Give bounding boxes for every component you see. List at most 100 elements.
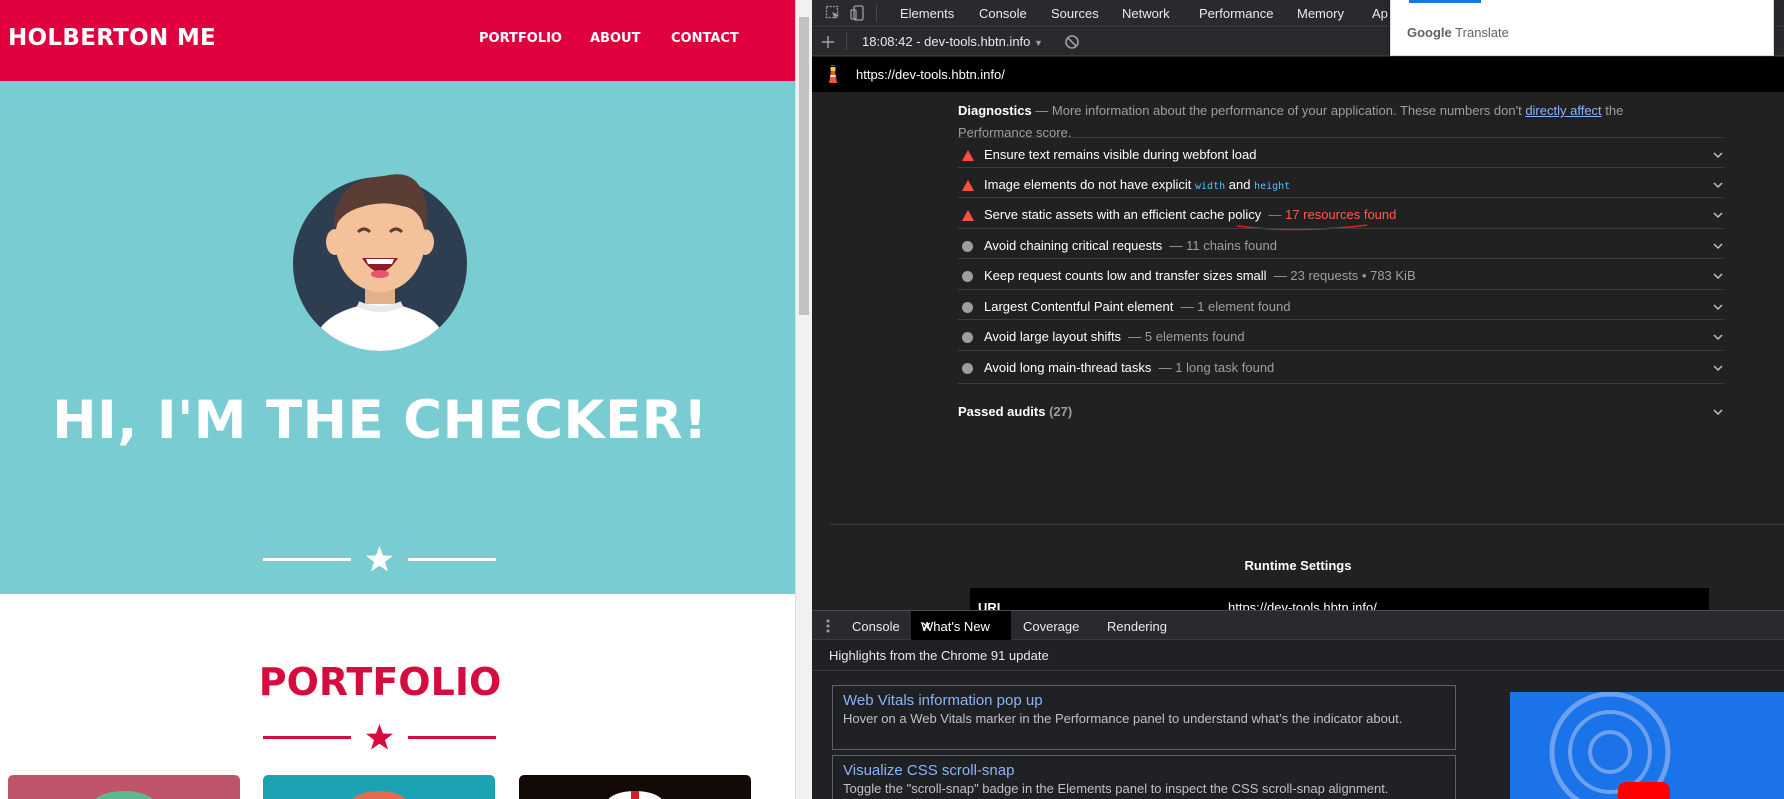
audit-display-value: — 1 long task found [1158,360,1275,375]
fail-triangle-icon [962,210,974,221]
chevron-down-icon[interactable] [1712,179,1724,191]
portfolio-card-1[interactable] [8,775,240,799]
card-title[interactable]: Visualize CSS scroll-snap [843,762,1445,779]
nav-link-contact[interactable]: CONTACT [671,31,739,46]
portfolio-card-2[interactable] [263,775,495,799]
chevron-down-icon[interactable] [1712,240,1724,252]
whats-new-panel: Highlights from the Chrome 91 update Web… [812,640,1784,799]
whats-new-card[interactable]: Visualize CSS scroll-snap Toggle the "sc… [832,755,1456,799]
audit-row[interactable]: Ensure text remains visible during webfo… [958,137,1724,171]
audit-display-value: — 5 elements found [1128,329,1245,344]
passed-audits-label: Passed audits (27) [958,404,1073,419]
device-toolbar-icon[interactable] [850,5,866,21]
translate-label: Translate [1455,25,1509,40]
drawer-menu-icon[interactable] [826,619,830,633]
info-dot-icon [962,241,973,252]
drawer-tab-rendering[interactable]: Rendering [1107,619,1167,634]
dropdown-arrow-icon: ▼ [1034,38,1043,48]
audit-title: Avoid chaining critical requests — 11 ch… [984,238,1277,253]
audited-url-bar: https://dev-tools.hbtn.info/ [812,57,1784,92]
audit-title: Serve static assets with an efficient ca… [984,207,1397,222]
runtime-url-label: URL [978,600,1005,610]
drawer-tab-console[interactable]: Console [852,619,900,634]
fail-triangle-icon [962,180,974,191]
audit-display-value: — 11 chains found [1169,238,1277,253]
audit-title: Image elements do not have explicit widt… [984,177,1291,192]
nav-link-portfolio[interactable]: PORTFOLIO [479,31,562,46]
chevron-down-icon[interactable] [1712,331,1724,343]
directly-affect-link[interactable]: directly affect [1525,103,1601,118]
tab-memory[interactable]: Memory [1297,6,1344,21]
audited-url[interactable]: https://dev-tools.hbtn.info/ [856,67,1005,82]
info-dot-icon [962,332,973,343]
hero-section: HI, I'M THE CHECKER! [0,81,795,594]
tab-sources[interactable]: Sources [1051,6,1099,21]
lighthouse-logo-icon [829,65,837,83]
portfolio-heading: PORTFOLIO [258,660,502,704]
card-description: Toggle the "scroll-snap" badge in the El… [843,781,1389,796]
chevron-down-icon[interactable] [1712,270,1724,282]
close-icon[interactable]: ✕ [921,619,932,635]
audit-row[interactable]: Avoid chaining critical requests — 11 ch… [958,228,1724,262]
audit-row[interactable]: Avoid large layout shifts — 5 elements f… [958,319,1724,353]
chevron-down-icon[interactable] [1712,301,1724,313]
page-scrollbar[interactable] [795,0,812,799]
card-title[interactable]: Web Vitals information pop up [843,692,1445,709]
diagnostics-text: — More information about the performance… [1031,103,1526,118]
runtime-url-value: https://dev-tools.hbtn.info/ [1228,600,1377,610]
audit-display-value: — 17 resources found [1268,207,1397,222]
chevron-down-icon[interactable] [1712,149,1724,161]
runtime-settings-table: URL https://dev-tools.hbtn.info/ [970,588,1709,610]
google-translate-popup: Google Translate [1390,0,1774,56]
audit-row[interactable]: Image elements do not have explicit widt… [958,167,1724,201]
report-select-label: 18:08:42 - dev-tools.hbtn.info [862,34,1031,49]
whats-new-card[interactable]: Web Vitals information pop up Hover on a… [832,685,1456,750]
nav-link-about[interactable]: ABOUT [590,31,640,46]
tab-performance[interactable]: Performance [1199,6,1273,21]
google-logo: Google [1407,25,1452,40]
tab-application[interactable]: Ap [1372,6,1388,21]
inspect-element-icon[interactable] [825,5,841,21]
translate-branding: Google Translate [1407,25,1509,40]
star-divider-red [263,724,496,750]
star-icon [366,724,393,750]
audit-row[interactable]: Largest Contentful Paint element — 1 ele… [958,289,1724,323]
play-button-icon [1618,782,1670,799]
toolbar-divider [876,5,877,22]
avatar [293,174,467,351]
audit-title: Largest Contentful Paint element — 1 ele… [984,299,1291,314]
star-icon [366,546,393,572]
lighthouse-report: Diagnostics — More information about the… [812,92,1784,610]
whats-new-heading: Highlights from the Chrome 91 update [829,648,1049,663]
hero-title: HI, I'M THE CHECKER! [52,390,708,451]
info-dot-icon [962,271,973,282]
drawer-tab-whats-new[interactable]: What's New ✕ [911,611,1011,640]
tab-elements[interactable]: Elements [900,6,954,21]
audit-display-value: — 23 requests • 783 KiB [1273,268,1416,283]
video-thumbnail[interactable] [1510,692,1784,799]
audit-row[interactable]: Serve static assets with an efficient ca… [958,197,1724,231]
card-description: Hover on a Web Vitals marker in the Perf… [843,711,1403,726]
audit-row[interactable]: Avoid long main-thread tasks — 1 long ta… [958,350,1724,384]
tab-network[interactable]: Network [1122,6,1170,21]
site-navbar: HOLBERTON ME PORTFOLIO ABOUT CONTACT [0,0,795,81]
passed-audits-row[interactable]: Passed audits (27) [958,382,1724,419]
chevron-down-icon[interactable] [1712,362,1724,374]
divider [812,670,1784,671]
runtime-settings-title: Runtime Settings [1244,558,1352,573]
fail-triangle-icon [962,150,974,161]
drawer-tab-coverage[interactable]: Coverage [1023,619,1079,634]
clear-block-icon[interactable] [1064,34,1080,50]
diagnostics-title: Diagnostics [958,103,1032,118]
report-select[interactable]: 18:08:42 - dev-tools.hbtn.info ▼ [862,34,1043,49]
portfolio-card-3[interactable] [519,775,751,799]
chevron-down-icon[interactable] [1712,406,1724,418]
scrollbar-thumb[interactable] [799,17,809,315]
audit-title: Avoid large layout shifts — 5 elements f… [984,329,1245,344]
site-brand[interactable]: HOLBERTON ME [8,25,216,51]
tab-console[interactable]: Console [979,6,1027,21]
chevron-down-icon[interactable] [1712,209,1724,221]
audit-row[interactable]: Keep request counts low and transfer siz… [958,258,1724,292]
plus-icon[interactable] [820,34,836,50]
translate-tab-indicator [1409,0,1481,3]
